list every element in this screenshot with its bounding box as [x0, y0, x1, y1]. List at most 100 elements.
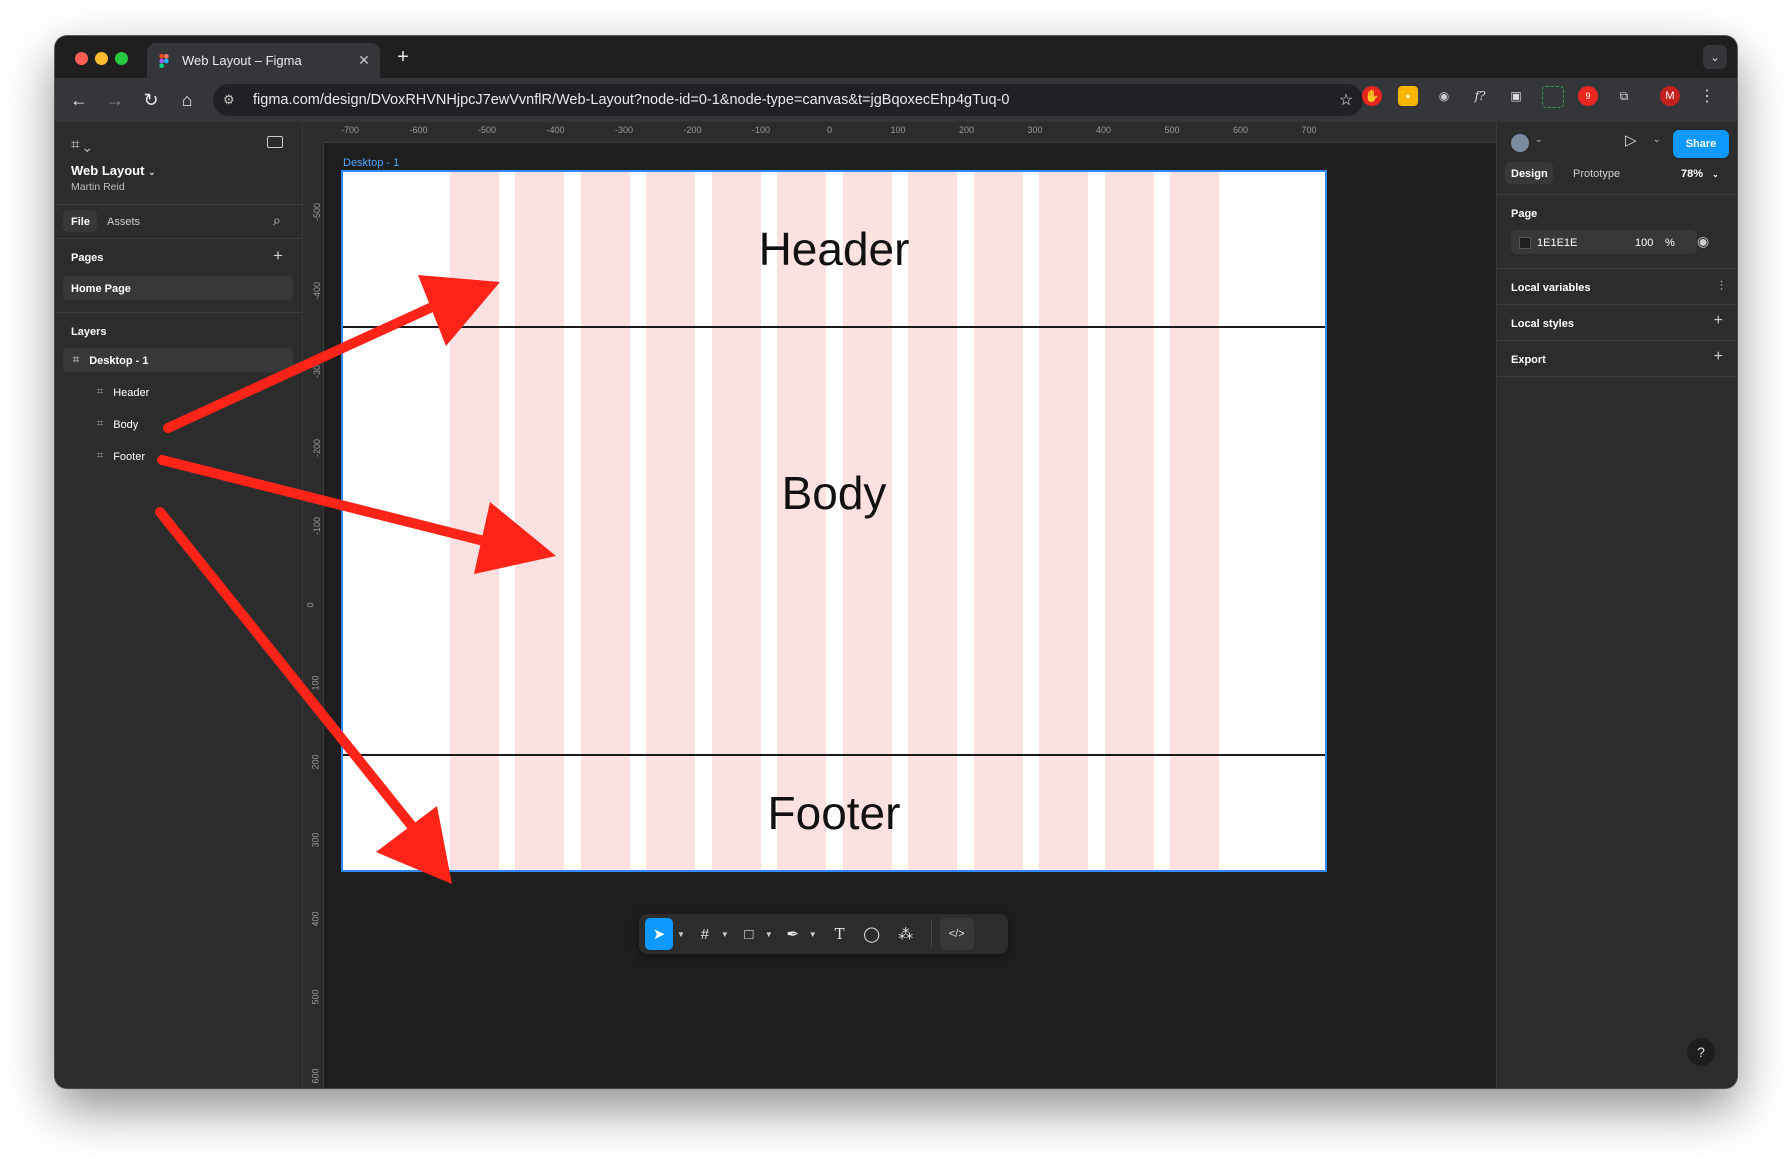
frame-tool-icon[interactable]: #: [693, 918, 717, 950]
figma-icon: [159, 53, 173, 68]
file-name[interactable]: Web Layout ⌄: [71, 163, 156, 178]
share-button[interactable]: Share: [1673, 130, 1729, 158]
browser-tab[interactable]: Web Layout – Figma ✕: [147, 43, 380, 78]
divider: [55, 312, 302, 313]
variables-adjust-icon[interactable]: ⫶: [1720, 278, 1723, 294]
zoom-level[interactable]: 78% ⌄: [1681, 168, 1719, 180]
eye-visibility-icon[interactable]: ◉: [1697, 233, 1709, 250]
file-menu-chevron-icon[interactable]: ⌄: [148, 167, 156, 177]
ruler-top: -700 -600 -500 -400 -300 -200 -100 0 100 200 300 40…: [303, 122, 1496, 143]
add-export-icon[interactable]: +: [1714, 348, 1723, 366]
search-icon[interactable]: ⌕: [273, 212, 281, 229]
layout-grid-column: [712, 172, 761, 870]
ruler-tick-label: -100: [751, 125, 771, 135]
close-window-button[interactable]: [75, 52, 88, 65]
camera-icon[interactable]: ◉: [1434, 86, 1454, 106]
address-bar[interactable]: ⚙ figma.com/design/DVoxRHVNHjpcJ7ewVvnfl…: [213, 84, 1363, 116]
layout-grid-column: [908, 172, 957, 870]
tab-file[interactable]: File: [71, 216, 90, 228]
layer-body[interactable]: ⌗ Body: [97, 418, 138, 431]
layout-grid-column: [515, 172, 564, 870]
page-opacity-value[interactable]: 100: [1635, 237, 1653, 249]
extension-shield-icon[interactable]: ✋: [1362, 86, 1382, 106]
back-arrow-icon[interactable]: ←: [61, 90, 97, 111]
new-tab-button[interactable]: +: [391, 46, 415, 69]
divider: [1497, 268, 1737, 269]
text-tool-icon[interactable]: T: [825, 918, 855, 950]
extension-note-icon[interactable]: ▪: [1398, 86, 1418, 106]
divider: [1497, 376, 1737, 377]
ruler-tick-label: 400: [310, 910, 321, 927]
add-page-icon[interactable]: +: [273, 246, 283, 266]
toggle-sidebar-icon[interactable]: [267, 136, 283, 148]
tab-assets[interactable]: Assets: [107, 216, 140, 228]
dev-mode-icon[interactable]: </>: [939, 918, 974, 950]
chevron-down-icon[interactable]: ▼: [809, 930, 817, 939]
site-settings-icon[interactable]: ⚙: [223, 92, 243, 108]
chevron-down-icon[interactable]: ⌄: [1653, 134, 1661, 145]
header-text[interactable]: Header: [343, 222, 1325, 276]
bookmark-star-icon[interactable]: ☆: [1329, 90, 1363, 110]
ruler-tick-label: 100: [890, 125, 906, 135]
layer-header[interactable]: ⌗ Header: [97, 386, 149, 399]
page-heading: Page: [1511, 208, 1538, 220]
move-tool-icon[interactable]: ➤: [645, 918, 673, 950]
chevron-down-icon[interactable]: ⌄: [1535, 134, 1543, 145]
browser-window: Web Layout – Figma ✕ + ⌄ ← → ↻ ⌂ ⚙ figma…: [55, 36, 1737, 1088]
ruler-tick-label: 600: [1232, 125, 1249, 135]
canvas[interactable]: -700 -600 -500 -400 -300 -200 -100 0 100 200 300 40…: [303, 122, 1496, 1088]
frame-label[interactable]: Desktop - 1: [343, 157, 399, 169]
layer-footer[interactable]: ⌗ Footer: [97, 450, 145, 463]
reload-icon[interactable]: ↻: [133, 90, 169, 111]
chevron-down-icon[interactable]: ⌄: [1712, 170, 1719, 179]
right-panel: ⌄ ▷ ⌄ Share Design Prototype 78% ⌄ Page …: [1496, 122, 1737, 1088]
footer-divider: [343, 754, 1325, 756]
comment-tool-icon[interactable]: ◯: [855, 918, 889, 950]
present-play-icon[interactable]: ▷: [1625, 131, 1637, 149]
local-styles-label[interactable]: Local styles: [1511, 318, 1574, 330]
add-style-icon[interactable]: +: [1714, 312, 1723, 330]
chevron-down-icon[interactable]: ▼: [765, 930, 773, 939]
close-tab-icon[interactable]: ✕: [354, 52, 374, 69]
chevron-down-icon[interactable]: ▼: [721, 930, 729, 939]
extension-card-icon[interactable]: ▣: [1506, 86, 1526, 106]
extension-badge-count: 9: [1585, 91, 1591, 101]
body-text[interactable]: Body: [343, 466, 1325, 520]
extension-badge-icon[interactable]: 9: [1578, 86, 1598, 106]
tab-search-chevron-icon[interactable]: ⌄: [1703, 45, 1727, 69]
frame-desktop-1[interactable]: Header Body Footer: [341, 170, 1327, 872]
resources-tool-icon[interactable]: ⁂: [889, 918, 923, 950]
ruler-tick-label: -500: [312, 202, 323, 222]
layout-grid-column: [646, 172, 695, 870]
help-button[interactable]: ?: [1687, 1038, 1715, 1066]
local-variables-label[interactable]: Local variables: [1511, 282, 1591, 294]
minimize-window-button[interactable]: [95, 52, 108, 65]
extensions-puzzle-icon[interactable]: ⧉: [1614, 86, 1634, 106]
rectangle-tool-icon[interactable]: □: [737, 918, 761, 950]
main-menu-icon[interactable]: ⌗ ⌄: [71, 136, 91, 153]
user-avatar[interactable]: [1511, 134, 1529, 152]
frame-icon: ⌗: [73, 354, 80, 366]
forward-arrow-icon[interactable]: →: [97, 90, 133, 111]
chevron-down-icon[interactable]: ▼: [677, 930, 685, 939]
layer-desktop-1[interactable]: ⌗ Desktop - 1: [73, 354, 149, 367]
frame-icon: ⌗: [97, 386, 104, 398]
color-swatch[interactable]: [1519, 237, 1531, 249]
screenshot-icon[interactable]: [1542, 86, 1564, 108]
footer-text[interactable]: Footer: [343, 786, 1325, 840]
ruler-tick-label: 0: [305, 601, 316, 608]
tab-prototype[interactable]: Prototype: [1573, 168, 1620, 180]
maximize-window-button[interactable]: [115, 52, 128, 65]
page-color-value[interactable]: 1E1E1E: [1537, 237, 1577, 249]
frame-icon: ⌗: [97, 450, 104, 462]
profile-avatar[interactable]: M: [1660, 86, 1680, 106]
formula-icon[interactable]: f?: [1470, 86, 1490, 106]
pages-heading: Pages: [71, 252, 104, 264]
export-label[interactable]: Export: [1511, 354, 1546, 366]
home-icon[interactable]: ⌂: [169, 90, 205, 111]
browser-menu-icon[interactable]: ⋮: [1697, 86, 1717, 106]
tab-strip: Web Layout – Figma ✕ + ⌄: [55, 36, 1737, 78]
file-name-text: Web Layout: [71, 163, 145, 178]
pen-tool-icon[interactable]: ✒: [781, 918, 805, 950]
tab-design[interactable]: Design: [1511, 168, 1548, 180]
